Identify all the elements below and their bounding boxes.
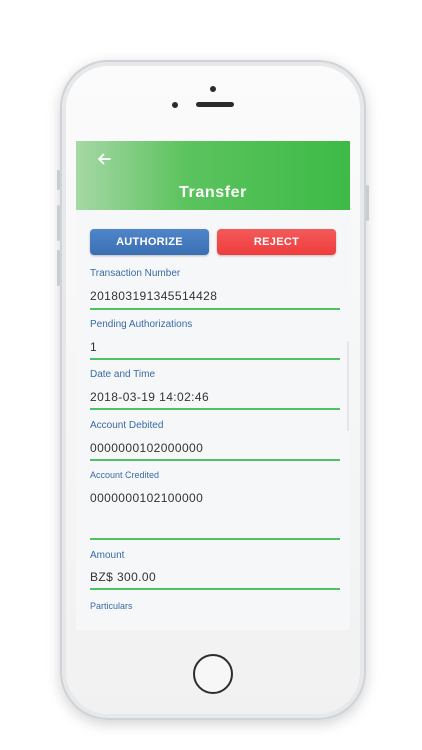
field-underline: [90, 538, 340, 540]
field-value: BZ$ 300.00: [90, 570, 157, 584]
arrow-left-icon: [98, 153, 111, 165]
phone-side-button-left-1: [57, 170, 60, 190]
phone-side-button-left-2: [57, 205, 60, 241]
field-value: 0000000102000000: [90, 441, 204, 455]
phone-camera-top: [210, 86, 216, 92]
field-value: 1: [90, 340, 98, 354]
scrollbar[interactable]: [347, 341, 349, 431]
field-underline: [90, 408, 340, 410]
back-button[interactable]: [92, 149, 116, 169]
field-label: Particulars: [90, 601, 133, 611]
phone-side-button-right: [366, 185, 369, 221]
field-label: Pending Authorizations: [90, 319, 193, 330]
authorize-button[interactable]: AUTHORIZE: [90, 229, 209, 255]
home-button[interactable]: [193, 654, 233, 694]
field-label: Account Debited: [90, 420, 164, 431]
field-value: 201803191345514428: [90, 289, 218, 303]
reject-button[interactable]: REJECT: [217, 229, 336, 255]
field-label: Account Credited: [90, 470, 160, 480]
field-value: 2018-03-19 14:02:46: [90, 390, 210, 404]
phone-side-button-left-3: [57, 250, 60, 286]
field-label: Amount: [90, 550, 125, 561]
phone-speaker: [196, 102, 234, 107]
field-underline: [90, 308, 340, 310]
field-label: Date and Time: [90, 369, 156, 380]
app-screen: Transfer AUTHORIZE REJECT Transaction Nu…: [76, 141, 350, 630]
field-value: 0000000102100000: [90, 491, 204, 505]
field-underline: [90, 358, 340, 360]
field-label: Transaction Number: [90, 268, 181, 279]
phone-camera-left: [172, 102, 178, 108]
field-underline: [90, 459, 340, 461]
header-bar: Transfer: [76, 141, 350, 210]
field-underline: [90, 588, 340, 590]
page-title: Transfer: [179, 184, 247, 201]
